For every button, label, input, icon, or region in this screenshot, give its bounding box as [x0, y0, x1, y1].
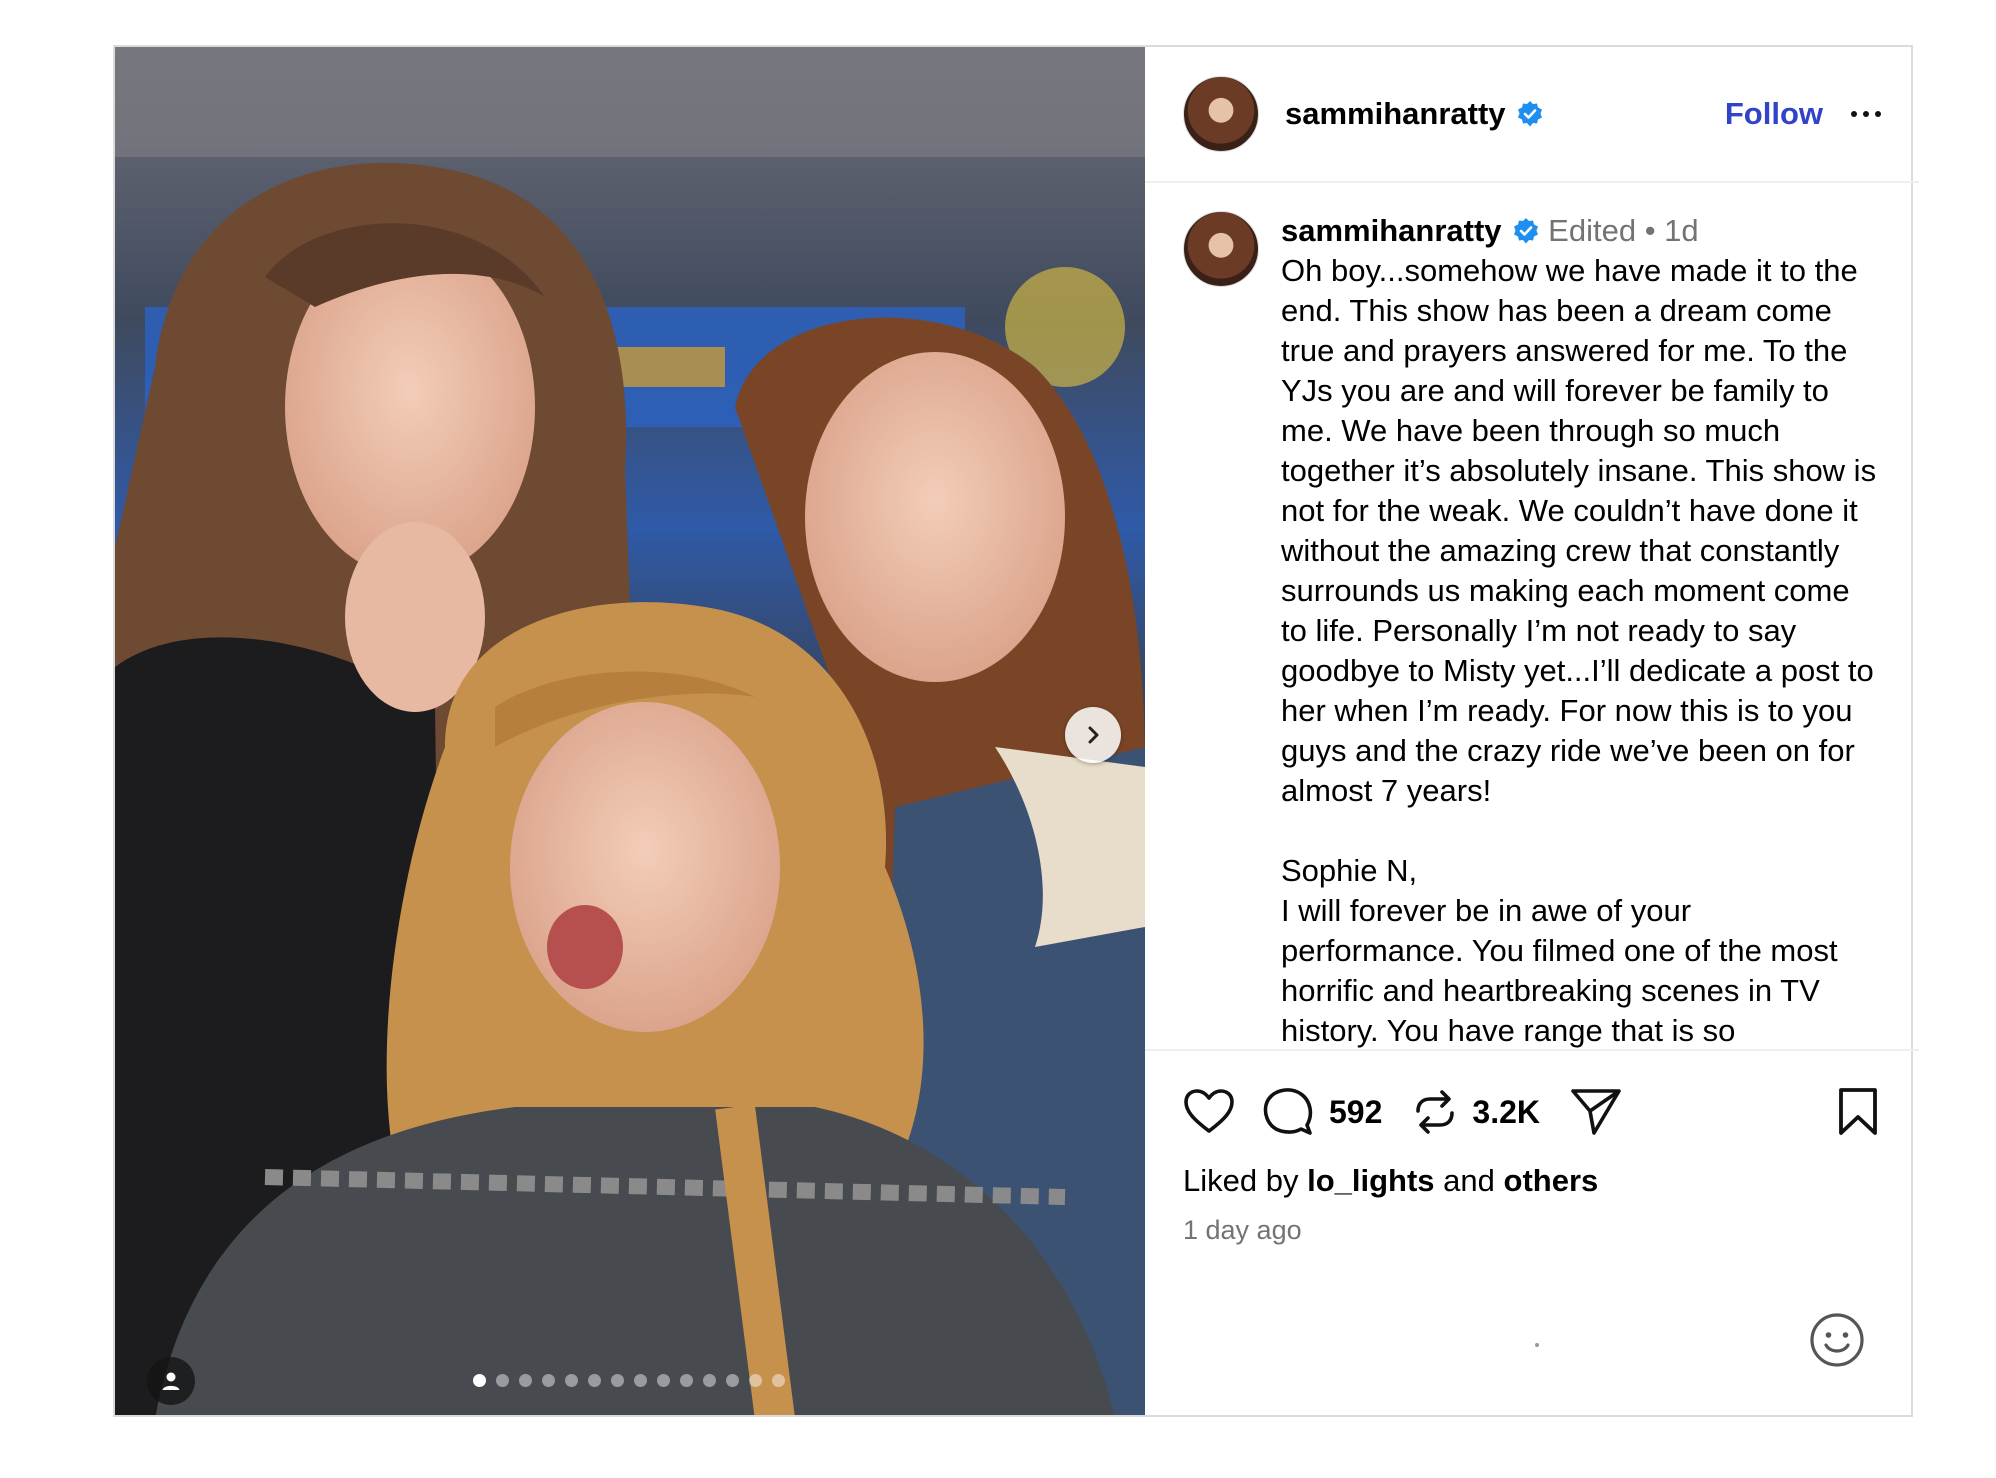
- carousel-dot: [772, 1374, 785, 1387]
- post-header: sammihanratty Follow: [1145, 47, 1919, 183]
- carousel-dot: [749, 1374, 762, 1387]
- emoji-picker-button[interactable]: [1809, 1312, 1865, 1373]
- bookmark-icon: [1839, 1088, 1877, 1135]
- carousel-dot: [588, 1374, 601, 1387]
- carousel-dot: [611, 1374, 624, 1387]
- post-photo: [115, 47, 1145, 1415]
- caption-avatar[interactable]: [1183, 211, 1259, 287]
- instagram-post: sammihanratty Follow sammihanratty Edite…: [113, 45, 1919, 1417]
- repost-icon: [1416, 1090, 1455, 1134]
- avatar[interactable]: [1183, 76, 1259, 152]
- carousel-dot: [726, 1374, 739, 1387]
- user-tag-icon: [162, 1372, 180, 1390]
- carousel-dot: [657, 1374, 670, 1387]
- carousel-dot: [680, 1374, 693, 1387]
- carousel-dot: [565, 1374, 578, 1387]
- caption-username[interactable]: sammihanratty: [1281, 213, 1502, 248]
- comment-input-placeholder-dot: [1535, 1343, 1539, 1347]
- verified-badge-icon: [1517, 101, 1542, 127]
- carousel-dot: [496, 1374, 509, 1387]
- repost-button[interactable]: [1412, 1087, 1458, 1137]
- carousel-dot: [703, 1374, 716, 1387]
- likes-others[interactable]: others: [1504, 1163, 1599, 1198]
- author-username[interactable]: sammihanratty: [1285, 96, 1544, 132]
- carousel-indicator: [473, 1374, 785, 1387]
- caption-body: sammihanratty Edited • 1d Oh boy...someh…: [1281, 211, 1881, 1049]
- carousel-dot: [473, 1374, 486, 1387]
- comment-button[interactable]: [1263, 1087, 1315, 1137]
- follow-button[interactable]: Follow: [1725, 96, 1823, 132]
- likes-prefix: Liked by: [1183, 1163, 1299, 1198]
- heart-icon: [1184, 1089, 1234, 1133]
- carousel-dot: [634, 1374, 647, 1387]
- next-slide-button[interactable]: [1065, 707, 1121, 763]
- chevron-right-icon: [1088, 726, 1099, 744]
- save-button[interactable]: [1837, 1087, 1879, 1137]
- carousel-dot: [542, 1374, 555, 1387]
- post-media[interactable]: [115, 47, 1145, 1415]
- likes-summary: Liked by lo_lights and others: [1145, 1143, 1919, 1199]
- carousel-dot: [519, 1374, 532, 1387]
- comment-count: 592: [1329, 1093, 1383, 1130]
- liked-by-user[interactable]: lo_lights: [1307, 1163, 1434, 1198]
- separator-dot: •: [1644, 213, 1665, 248]
- caption-header: sammihanratty Edited • 1d: [1281, 211, 1881, 251]
- more-options-icon[interactable]: [1851, 111, 1881, 117]
- caption-section: sammihanratty Edited • 1d Oh boy...someh…: [1145, 183, 1919, 1051]
- repost-count: 3.2K: [1472, 1093, 1540, 1130]
- likes-connector: and: [1443, 1163, 1495, 1198]
- emoji-icon: [1810, 1313, 1864, 1367]
- post-side-panel: sammihanratty Follow sammihanratty Edite…: [1145, 47, 1919, 1415]
- share-icon: [1571, 1089, 1621, 1135]
- tagged-users-button[interactable]: [147, 1357, 195, 1405]
- post-date[interactable]: 1 day ago: [1145, 1199, 1919, 1246]
- caption-age[interactable]: 1d: [1664, 213, 1698, 248]
- caption-text: Oh boy...somehow we have made it to the …: [1281, 253, 1877, 1048]
- author-username-text[interactable]: sammihanratty: [1285, 96, 1506, 131]
- comment-icon: [1263, 1088, 1313, 1135]
- edited-label: Edited: [1548, 213, 1637, 248]
- action-bar: 592 3.2K: [1145, 1051, 1919, 1143]
- like-button[interactable]: [1183, 1089, 1235, 1135]
- verified-badge-icon: [1513, 218, 1538, 244]
- share-button[interactable]: [1570, 1087, 1622, 1137]
